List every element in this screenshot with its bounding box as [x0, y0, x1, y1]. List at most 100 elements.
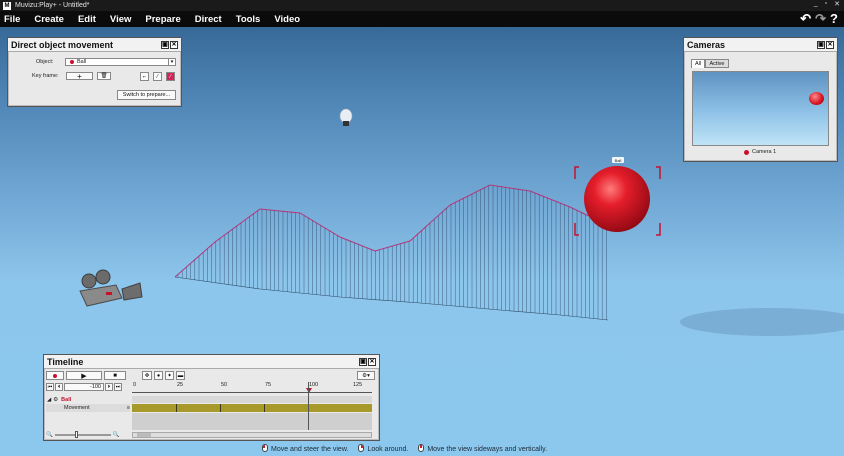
track-property-name: Movement	[64, 405, 90, 411]
cameras-close-icon[interactable]: ✕	[826, 40, 834, 49]
left-mouse-icon	[262, 444, 268, 452]
help-icon[interactable]: ?	[830, 11, 838, 27]
switch-to-prepare-button[interactable]: Switch to prepare...	[117, 90, 176, 100]
play-button[interactable]: ▶	[66, 371, 102, 380]
keyframe-marker[interactable]	[176, 404, 177, 412]
move-tool-icon[interactable]: ✥	[142, 371, 152, 380]
timeline-close-icon[interactable]: ✕	[368, 357, 376, 366]
panel-pin-icon[interactable]: ▣	[161, 40, 169, 49]
go-end-icon[interactable]: ⏭	[114, 383, 122, 391]
linear-interpolation-icon[interactable]: ⁄	[153, 72, 162, 81]
ball-tag: Ball	[615, 158, 622, 163]
add-keyframe-button[interactable]: +	[66, 72, 93, 81]
hint-move-sideways: Move the view sideways and vertically.	[418, 444, 547, 453]
panel-title: Direct object movement	[11, 39, 114, 50]
key-tool-icon[interactable]: ●	[154, 371, 163, 380]
close-icon[interactable]: ✕	[834, 0, 840, 8]
ruler-label-75: 75	[265, 382, 272, 388]
zoom-slider[interactable]	[54, 431, 111, 438]
keyframe-marker[interactable]	[220, 404, 221, 412]
movement-track-bar[interactable]	[132, 404, 372, 412]
timeline-title: Timeline	[47, 356, 84, 367]
menu-direct[interactable]: Direct	[190, 14, 231, 25]
preview-ball	[809, 92, 824, 105]
hint-move-steer: Move and steer the view.	[262, 444, 348, 453]
scrollbar-thumb[interactable]	[137, 433, 151, 437]
window-title-bar: M Muvizu:Play+ - Untitled* _ ▫ ✕	[0, 0, 844, 11]
playhead-line	[308, 382, 309, 430]
motion-path-bottom	[174, 276, 609, 321]
menu-video[interactable]: Video	[269, 14, 309, 25]
add-key-icon[interactable]: ✦	[165, 371, 174, 380]
keyframe-marker[interactable]	[264, 404, 265, 412]
motion-path-top[interactable]	[174, 184, 613, 278]
menu-edit[interactable]: Edit	[73, 14, 105, 25]
ground-shadow	[680, 308, 844, 336]
direct-object-movement-panel: Direct object movement ▣ ✕ Object: Ball …	[7, 37, 182, 107]
menu-file[interactable]: File	[0, 14, 29, 25]
track-object-lane[interactable]	[132, 396, 372, 403]
playhead-icon[interactable]	[306, 388, 312, 393]
track-empty-area	[132, 413, 372, 430]
smooth-interpolation-icon[interactable]: ⁄	[166, 72, 175, 81]
frame-input[interactable]: -100	[64, 383, 104, 391]
zoom-in-icon[interactable]: 🔍	[113, 432, 120, 438]
ruler-label-50: 50	[221, 382, 228, 388]
minimize-icon[interactable]: _	[814, 0, 818, 8]
ruler-label-25: 25	[177, 382, 184, 388]
camera-preview[interactable]	[692, 71, 829, 146]
horizontal-scrollbar[interactable]	[132, 432, 372, 438]
next-frame-icon[interactable]: ⏵	[105, 383, 113, 391]
tab-all[interactable]: All	[691, 59, 705, 68]
menu-view[interactable]: View	[105, 14, 140, 25]
undo-icon[interactable]: ↶	[800, 11, 811, 27]
movie-camera-icon[interactable]	[79, 269, 143, 307]
menu-create[interactable]: Create	[29, 14, 73, 25]
chevron-down-icon[interactable]: ▾	[168, 59, 175, 65]
cameras-panel: Cameras ▣ ✕ All Active Camera 1	[683, 37, 838, 162]
cameras-pin-icon[interactable]: ▣	[817, 40, 825, 49]
redo-icon[interactable]: ↷	[815, 11, 826, 27]
ball-object[interactable]: Ball	[574, 157, 661, 236]
status-bar: Move and steer the view. Look around. Mo…	[262, 444, 547, 453]
object-select-value: Ball	[77, 59, 87, 65]
motion-path[interactable]	[174, 184, 613, 321]
camera-label-row[interactable]: Camera 1	[744, 149, 776, 155]
timeline-ruler[interactable]: 0 25 50 75 100 125	[132, 382, 372, 393]
zoom-slider-thumb[interactable]	[74, 431, 78, 438]
step-interpolation-icon[interactable]: ⌐	[140, 72, 149, 81]
prev-frame-icon[interactable]: ⏴	[55, 383, 63, 391]
timeline-pin-icon[interactable]: ▣	[359, 357, 367, 366]
stop-button[interactable]: ■	[104, 371, 126, 380]
keyframe-label: Key frame:	[32, 73, 59, 79]
track-menu-icon[interactable]: ≡	[127, 405, 130, 411]
app-logo-icon: M	[3, 1, 11, 10]
timeline-settings-gear-icon[interactable]: ⚙▾	[357, 371, 375, 380]
object-type-icon: ⚙	[53, 396, 59, 403]
menu-bar: File Create Edit View Prepare Direct Too…	[0, 11, 844, 27]
ruler-label-125: 125	[353, 382, 363, 388]
camera-dot-icon	[744, 149, 749, 155]
timeline-panel: Timeline ▣ ✕ ▶ ■ ✥ ● ✦ ▬ ⚙▾ ⏮ ⏴ -100 ⏵ ⏭…	[43, 354, 380, 441]
zoom-out-icon[interactable]: 🔍	[46, 432, 53, 438]
track-object-name: Ball	[61, 396, 72, 403]
menu-tools[interactable]: Tools	[231, 14, 270, 25]
panel-close-icon[interactable]: ✕	[170, 40, 178, 49]
delete-keyframe-button[interactable]: 🗑	[97, 72, 111, 80]
light-bulb-icon[interactable]	[339, 108, 353, 126]
middle-mouse-icon	[418, 444, 425, 452]
record-icon	[53, 373, 57, 378]
go-start-icon[interactable]: ⏮	[46, 383, 54, 391]
track-object-row[interactable]: ◢ ⚙ Ball	[46, 396, 130, 403]
tab-active[interactable]: Active	[705, 59, 729, 68]
window-title: Muvizu:Play+ - Untitled*	[15, 2, 90, 9]
maximize-icon[interactable]: ▫	[825, 0, 827, 8]
ball-dot-icon	[70, 60, 74, 64]
clip-icon[interactable]: ▬	[176, 371, 185, 380]
hint-look-around: Look around.	[358, 444, 408, 453]
expand-icon[interactable]: ◢	[47, 397, 51, 403]
record-button[interactable]	[46, 371, 64, 380]
object-select[interactable]: Ball ▾	[65, 58, 176, 66]
track-property-row[interactable]: Movement ≡	[46, 404, 130, 412]
menu-prepare[interactable]: Prepare	[140, 14, 189, 25]
